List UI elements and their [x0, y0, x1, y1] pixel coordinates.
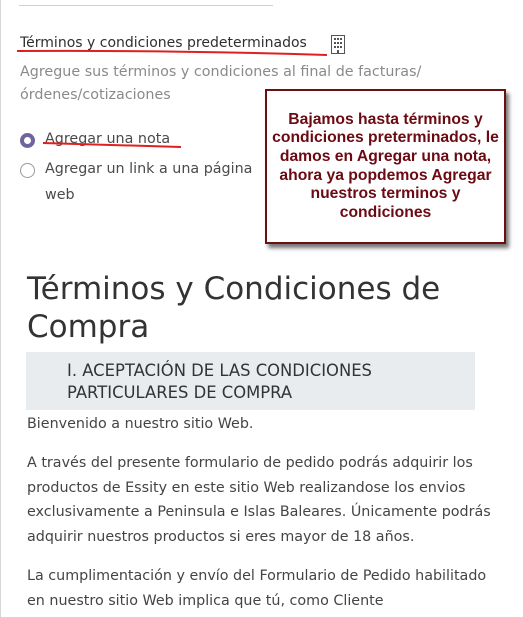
- section-divider: [19, 5, 273, 6]
- callout-text: Bajamos hasta términos y condiciones pre…: [272, 110, 499, 221]
- radio-label-add-link[interactable]: Agregar un link a una página web: [45, 156, 265, 208]
- radio-option-add-link[interactable]: Agregar un link a una página web: [20, 161, 265, 208]
- annotation-underline-note: [42, 142, 182, 148]
- building-icon: [331, 35, 345, 54]
- left-border: [0, 0, 1, 617]
- radio-button-checked[interactable]: [20, 133, 35, 148]
- note-paragraph[interactable]: Bienvenido a nuestro sitio Web.: [27, 412, 497, 437]
- note-paragraph[interactable]: La cumplimentación y envío del Formulari…: [27, 564, 497, 613]
- note-paragraph[interactable]: A través del presente formulario de pedi…: [27, 451, 497, 549]
- note-subheading[interactable]: I. ACEPTACIÓN DE LAS CONDICIONES PARTICU…: [26, 352, 475, 410]
- annotation-callout: Bajamos hasta términos y condiciones pre…: [265, 89, 506, 244]
- radio-button-unchecked[interactable]: [20, 163, 35, 178]
- annotation-underline-title: [16, 49, 328, 56]
- note-title[interactable]: Términos y Condiciones de Compra: [27, 270, 497, 346]
